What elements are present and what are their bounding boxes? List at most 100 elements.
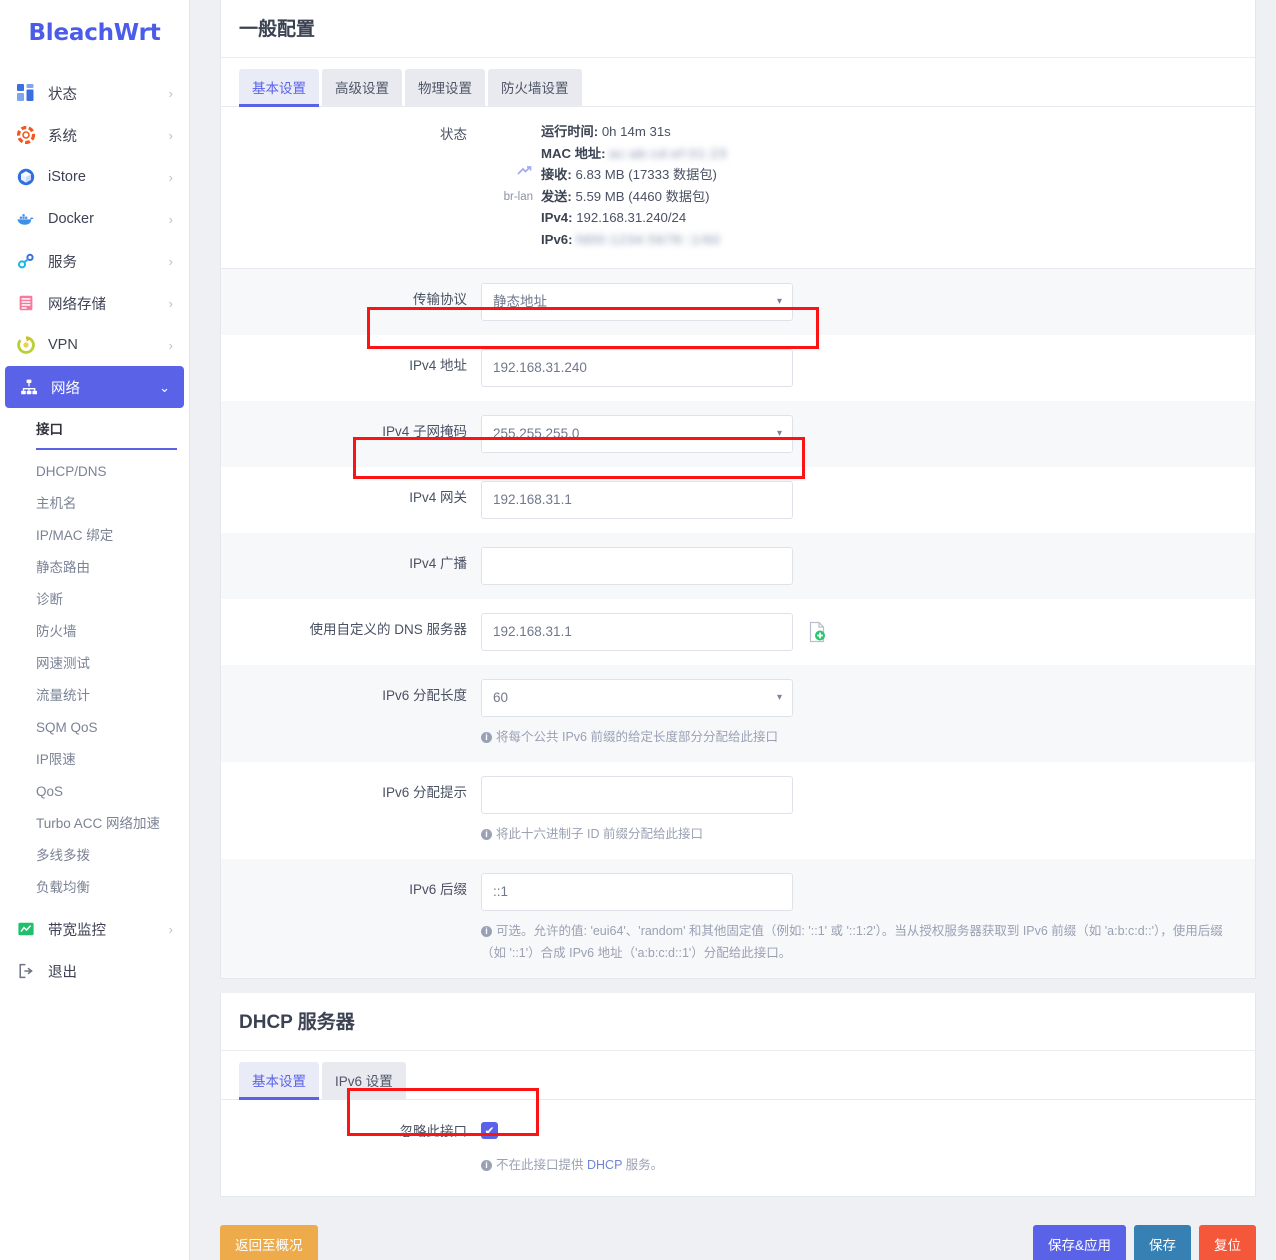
link-icon xyxy=(16,252,35,271)
whale-icon xyxy=(16,210,35,229)
sidebar-subitem-speedtest[interactable]: 网速测试 xyxy=(0,648,189,680)
status-rx: 接收: 6.83 MB (17333 数据包) xyxy=(541,167,717,182)
row-ipv4-gateway: IPv4 网关 192.168.31.1 xyxy=(221,467,1255,533)
brand-logo: BleachWrt xyxy=(28,20,161,46)
sidebar-item-status[interactable]: 状态 › xyxy=(2,72,187,114)
chevron-right-icon: › xyxy=(168,295,173,311)
sidebar-subitem-turbo-acc[interactable]: Turbo ACC 网络加速 xyxy=(0,808,189,840)
sidebar-item-label: 网络存储 xyxy=(48,296,106,313)
sidebar-subitem-multiwan[interactable]: 多线多拨 xyxy=(0,840,189,872)
dhcp-tabs: 基本设置 IPv6 设置 xyxy=(221,1051,1255,1100)
reset-button[interactable]: 复位 xyxy=(1199,1225,1256,1260)
sidebar: BleachWrt 状态 › 系统 › iStore › Docker › 服务… xyxy=(0,0,190,1260)
storage-icon xyxy=(16,294,35,313)
tab-basic-settings[interactable]: 基本设置 xyxy=(239,69,319,107)
ignore-interface-checkbox[interactable]: ✔ xyxy=(481,1122,498,1140)
sidebar-item-network-storage[interactable]: 网络存储 › xyxy=(2,282,187,324)
sidebar-subitem-ip-mac-binding[interactable]: IP/MAC 绑定 xyxy=(0,520,189,552)
ipv6-assign-length-hint: i 将每个公共 IPv6 前缀的给定长度部分分配给此接口 xyxy=(481,726,1235,748)
status-mac-value-blurred: ac:ab:cd:ef:01:23 xyxy=(609,145,728,161)
tab-advanced-settings[interactable]: 高级设置 xyxy=(322,69,402,107)
ipv4-broadcast-label: IPv4 广播 xyxy=(409,556,467,571)
main-content: 一般配置 基本设置 高级设置 物理设置 防火墙设置 状态 br-lan 运行时间… xyxy=(190,0,1276,1260)
ipv4-gateway-input[interactable]: 192.168.31.1 xyxy=(481,481,793,519)
dhcp-link[interactable]: DHCP xyxy=(587,1158,622,1172)
page-title: 一般配置 xyxy=(221,0,1255,58)
grid-icon xyxy=(16,84,35,103)
status-ipv6: IPv6: fd00:1234:5678::1/60 xyxy=(541,229,727,251)
chevron-right-icon: › xyxy=(168,253,173,269)
chevron-right-icon: › xyxy=(168,337,173,353)
row-ipv4-netmask: IPv4 子网掩码 255.255.255.0 xyxy=(221,401,1255,467)
protocol-label: 传输协议 xyxy=(413,292,467,307)
info-icon: i xyxy=(481,926,492,937)
sidebar-subitem-sqm-qos[interactable]: SQM QoS xyxy=(0,712,189,744)
sidebar-item-istore[interactable]: iStore › xyxy=(2,156,187,198)
sidebar-item-network[interactable]: 网络 ⌄ xyxy=(5,366,184,408)
ipv4-netmask-label: IPv4 子网掩码 xyxy=(382,424,467,439)
tab-physical-settings[interactable]: 物理设置 xyxy=(405,69,485,107)
sidebar-subitem-traffic-stats[interactable]: 流量统计 xyxy=(0,680,189,712)
ipv6-assign-length-label: IPv6 分配长度 xyxy=(382,688,467,703)
save-and-apply-button[interactable]: 保存&应用 xyxy=(1032,1225,1126,1260)
status-label: 状态 xyxy=(440,127,467,142)
ignore-interface-label: 忽略此接口 xyxy=(399,1124,468,1139)
row-ipv4-broadcast: IPv4 广播 xyxy=(221,533,1255,599)
row-ipv6-suffix: IPv6 后缀 ::1 i 可选。允许的值: 'eui64'、'random' 和… xyxy=(221,859,1255,978)
sidebar-item-docker[interactable]: Docker › xyxy=(2,198,187,240)
sidebar-item-services[interactable]: 服务 › xyxy=(2,240,187,282)
info-icon: i xyxy=(481,732,492,743)
ipv4-broadcast-input[interactable] xyxy=(481,547,793,585)
ipv6-assign-length-select[interactable]: 60 xyxy=(481,679,793,717)
chevron-right-icon: › xyxy=(168,127,173,143)
row-custom-dns: 使用自定义的 DNS 服务器 192.168.31.1 xyxy=(221,599,1255,665)
dhcp-tab-basic[interactable]: 基本设置 xyxy=(239,1062,319,1100)
sidebar-item-logout[interactable]: 退出 xyxy=(2,950,187,992)
sidebar-subitem-interfaces[interactable]: 接口 xyxy=(0,414,189,446)
info-icon: i xyxy=(481,1160,492,1171)
sidebar-subitem-hostnames[interactable]: 主机名 xyxy=(0,488,189,520)
sidebar-item-vpn[interactable]: VPN › xyxy=(2,324,187,366)
sidebar-item-bandwidth-monitor[interactable]: 带宽监控 › xyxy=(2,908,187,950)
ipv6-assign-hint-input[interactable] xyxy=(481,776,793,814)
dhcp-tab-ipv6[interactable]: IPv6 设置 xyxy=(322,1062,406,1100)
ethernet-icon xyxy=(481,165,533,187)
row-ipv6-assign-length: IPv6 分配长度 60 i将每个公共 IPv6 前缀的给定长度部分分配给此接口 xyxy=(221,665,1255,762)
sidebar-subitem-diagnostics[interactable]: 诊断 xyxy=(0,584,189,616)
sidebar-subitem-static-routes[interactable]: 静态路由 xyxy=(0,552,189,584)
sidebar-item-label: VPN xyxy=(48,337,78,353)
chevron-right-icon: › xyxy=(168,169,173,185)
general-config-card: 一般配置 基本设置 高级设置 物理设置 防火墙设置 状态 br-lan 运行时间… xyxy=(220,0,1256,979)
status-ipv6-value-blurred: fd00:1234:5678::1/60 xyxy=(576,231,721,247)
sidebar-item-label: 网络 xyxy=(51,380,80,397)
ipv6-suffix-input[interactable]: ::1 xyxy=(481,873,793,911)
monitor-icon xyxy=(16,920,35,939)
custom-dns-input[interactable]: 192.168.31.1 xyxy=(481,613,793,651)
save-button[interactable]: 保存 xyxy=(1134,1225,1191,1260)
logout-icon xyxy=(16,962,35,981)
sidebar-subitem-ip-limit[interactable]: IP限速 xyxy=(0,744,189,776)
cube-icon xyxy=(16,168,35,187)
sidebar-subitem-firewall[interactable]: 防火墙 xyxy=(0,616,189,648)
ipv4-address-input[interactable]: 192.168.31.240 xyxy=(481,349,793,387)
shield-vpn-icon xyxy=(16,336,35,355)
sidebar-item-system[interactable]: 系统 › xyxy=(2,114,187,156)
sidebar-subitem-qos[interactable]: QoS xyxy=(0,776,189,808)
status-interface-col: br-lan xyxy=(481,121,541,208)
status-lines: 运行时间: 0h 14m 31s MAC 地址: ac:ab:cd:ef:01:… xyxy=(541,121,727,250)
custom-dns-label: 使用自定义的 DNS 服务器 xyxy=(309,622,467,637)
dhcp-title: DHCP 服务器 xyxy=(221,993,1255,1051)
add-page-icon[interactable] xyxy=(807,621,827,643)
sidebar-item-label: Docker xyxy=(48,211,94,227)
sidebar-subitem-dhcp-dns[interactable]: DHCP/DNS xyxy=(0,456,189,488)
ipv6-assign-hint-help: i 将此十六进制子 ID 前缀分配给此接口 xyxy=(481,823,1235,845)
sidebar-subitem-load-balance[interactable]: 负载均衡 xyxy=(0,872,189,904)
sidebar-item-label: 系统 xyxy=(48,128,77,145)
page-root: BleachWrt 状态 › 系统 › iStore › Docker › 服务… xyxy=(0,0,1276,1260)
sidebar-subitem-active-underline xyxy=(36,448,177,450)
tab-firewall-settings[interactable]: 防火墙设置 xyxy=(488,69,582,107)
ipv4-netmask-select[interactable]: 255.255.255.0 xyxy=(481,415,793,453)
back-to-overview-button[interactable]: 返回至概况 xyxy=(220,1225,318,1260)
chevron-right-icon: › xyxy=(168,85,173,101)
protocol-select[interactable]: 静态地址 xyxy=(481,283,793,321)
